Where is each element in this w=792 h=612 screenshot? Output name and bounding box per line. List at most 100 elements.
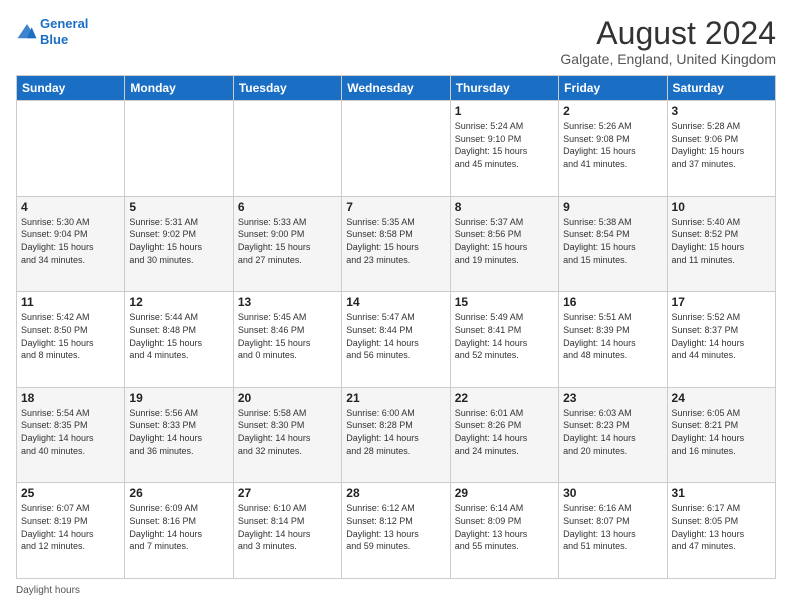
day-info: Sunrise: 5:30 AM Sunset: 9:04 PM Dayligh… — [21, 216, 120, 266]
header-tuesday: Tuesday — [233, 76, 341, 101]
day-number: 19 — [129, 391, 228, 405]
day-number: 23 — [563, 391, 662, 405]
weekday-header-row: Sunday Monday Tuesday Wednesday Thursday… — [17, 76, 776, 101]
header-saturday: Saturday — [667, 76, 775, 101]
table-row: 13 Sunrise: 5:45 AM Sunset: 8:46 PM Dayli… — [233, 292, 341, 388]
day-number: 24 — [672, 391, 771, 405]
logo: General Blue — [16, 16, 88, 47]
day-number: 13 — [238, 295, 337, 309]
header-wednesday: Wednesday — [342, 76, 450, 101]
day-info: Sunrise: 6:10 AM Sunset: 8:14 PM Dayligh… — [238, 502, 337, 552]
table-row: 3Sunrise: 5:28 AM Sunset: 9:06 PM Daylig… — [667, 101, 775, 197]
day-info: Sunrise: 6:17 AM Sunset: 8:05 PM Dayligh… — [672, 502, 771, 552]
day-number: 21 — [346, 391, 445, 405]
table-row: 1 Sunrise: 5:24 AM Sunset: 9:10 PM Daylig… — [450, 101, 558, 197]
header-friday: Friday — [559, 76, 667, 101]
table-row: 10Sunrise: 5:40 AM Sunset: 8:52 PM Dayli… — [667, 196, 775, 292]
table-row: 18Sunrise: 5:54 AM Sunset: 8:35 PM Dayli… — [17, 387, 125, 483]
day-info: Sunrise: 6:09 AM Sunset: 8:16 PM Dayligh… — [129, 502, 228, 552]
day-info: Sunrise: 5:35 AM Sunset: 8:58 PM Dayligh… — [346, 216, 445, 266]
main-title: August 2024 — [560, 16, 776, 51]
calendar-week-row: 25 Sunrise: 6:07 AM Sunset: 8:19 PM Dayli… — [17, 483, 776, 579]
day-info: Sunrise: 5:52 AM Sunset: 8:37 PM Dayligh… — [672, 311, 771, 361]
day-info: Sunrise: 6:05 AM Sunset: 8:21 PM Dayligh… — [672, 407, 771, 457]
day-number: 15 — [455, 295, 554, 309]
title-block: August 2024 Galgate, England, United Kin… — [560, 16, 776, 67]
table-row: 31Sunrise: 6:17 AM Sunset: 8:05 PM Dayli… — [667, 483, 775, 579]
day-number: 8 — [455, 200, 554, 214]
day-info: Sunrise: 5:51 AM Sunset: 8:39 PM Dayligh… — [563, 311, 662, 361]
daylight-label: Daylight hours — [16, 585, 80, 596]
day-number: 6 — [238, 200, 337, 214]
table-row: 28 Sunrise: 6:12 AM Sunset: 8:12 PM Dayli… — [342, 483, 450, 579]
table-row: 7 Sunrise: 5:35 AM Sunset: 8:58 PM Daylig… — [342, 196, 450, 292]
day-number: 10 — [672, 200, 771, 214]
page-header: General Blue August 2024 Galgate, Englan… — [16, 16, 776, 67]
calendar-week-row: 1 Sunrise: 5:24 AM Sunset: 9:10 PM Daylig… — [17, 101, 776, 197]
table-row: 2 Sunrise: 5:26 AM Sunset: 9:08 PM Daylig… — [559, 101, 667, 197]
day-number: 1 — [455, 104, 554, 118]
day-number: 17 — [672, 295, 771, 309]
day-info: Sunrise: 5:58 AM Sunset: 8:30 PM Dayligh… — [238, 407, 337, 457]
table-row: 8 Sunrise: 5:37 AM Sunset: 8:56 PM Daylig… — [450, 196, 558, 292]
table-row: 6 Sunrise: 5:33 AM Sunset: 9:00 PM Daylig… — [233, 196, 341, 292]
table-row: 22 Sunrise: 6:01 AM Sunset: 8:26 PM Dayli… — [450, 387, 558, 483]
day-info: Sunrise: 5:38 AM Sunset: 8:54 PM Dayligh… — [563, 216, 662, 266]
table-row — [233, 101, 341, 197]
table-row: 25 Sunrise: 6:07 AM Sunset: 8:19 PM Dayli… — [17, 483, 125, 579]
day-info: Sunrise: 5:42 AM Sunset: 8:50 PM Dayligh… — [21, 311, 120, 361]
day-info: Sunrise: 6:14 AM Sunset: 8:09 PM Dayligh… — [455, 502, 554, 552]
table-row: 26Sunrise: 6:09 AM Sunset: 8:16 PM Dayli… — [125, 483, 233, 579]
day-number: 30 — [563, 486, 662, 500]
day-info: Sunrise: 6:00 AM Sunset: 8:28 PM Dayligh… — [346, 407, 445, 457]
day-info: Sunrise: 5:37 AM Sunset: 8:56 PM Dayligh… — [455, 216, 554, 266]
calendar-week-row: 11Sunrise: 5:42 AM Sunset: 8:50 PM Dayli… — [17, 292, 776, 388]
calendar-week-row: 18Sunrise: 5:54 AM Sunset: 8:35 PM Dayli… — [17, 387, 776, 483]
day-info: Sunrise: 6:01 AM Sunset: 8:26 PM Dayligh… — [455, 407, 554, 457]
table-row: 30 Sunrise: 6:16 AM Sunset: 8:07 PM Dayli… — [559, 483, 667, 579]
table-row: 5Sunrise: 5:31 AM Sunset: 9:02 PM Daylig… — [125, 196, 233, 292]
logo-text: General Blue — [40, 16, 88, 47]
day-info: Sunrise: 6:16 AM Sunset: 8:07 PM Dayligh… — [563, 502, 662, 552]
calendar-page: General Blue August 2024 Galgate, Englan… — [0, 0, 792, 612]
table-row: 4 Sunrise: 5:30 AM Sunset: 9:04 PM Daylig… — [17, 196, 125, 292]
table-row: 9 Sunrise: 5:38 AM Sunset: 8:54 PM Daylig… — [559, 196, 667, 292]
day-number: 4 — [21, 200, 120, 214]
day-info: Sunrise: 5:45 AM Sunset: 8:46 PM Dayligh… — [238, 311, 337, 361]
table-row: 17 Sunrise: 5:52 AM Sunset: 8:37 PM Dayli… — [667, 292, 775, 388]
day-number: 29 — [455, 486, 554, 500]
footer: Daylight hours — [16, 585, 776, 596]
day-number: 7 — [346, 200, 445, 214]
table-row: 12 Sunrise: 5:44 AM Sunset: 8:48 PM Dayli… — [125, 292, 233, 388]
table-row — [17, 101, 125, 197]
header-sunday: Sunday — [17, 76, 125, 101]
table-row: 24 Sunrise: 6:05 AM Sunset: 8:21 PM Dayli… — [667, 387, 775, 483]
table-row: 27Sunrise: 6:10 AM Sunset: 8:14 PM Dayli… — [233, 483, 341, 579]
day-number: 12 — [129, 295, 228, 309]
day-info: Sunrise: 6:07 AM Sunset: 8:19 PM Dayligh… — [21, 502, 120, 552]
table-row: 16Sunrise: 5:51 AM Sunset: 8:39 PM Dayli… — [559, 292, 667, 388]
calendar-table: Sunday Monday Tuesday Wednesday Thursday… — [16, 75, 776, 579]
day-number: 22 — [455, 391, 554, 405]
day-number: 28 — [346, 486, 445, 500]
day-info: Sunrise: 5:47 AM Sunset: 8:44 PM Dayligh… — [346, 311, 445, 361]
table-row: 21 Sunrise: 6:00 AM Sunset: 8:28 PM Dayli… — [342, 387, 450, 483]
day-info: Sunrise: 5:33 AM Sunset: 9:00 PM Dayligh… — [238, 216, 337, 266]
day-number: 9 — [563, 200, 662, 214]
day-info: Sunrise: 5:56 AM Sunset: 8:33 PM Dayligh… — [129, 407, 228, 457]
day-number: 2 — [563, 104, 662, 118]
day-info: Sunrise: 5:26 AM Sunset: 9:08 PM Dayligh… — [563, 120, 662, 170]
day-info: Sunrise: 6:12 AM Sunset: 8:12 PM Dayligh… — [346, 502, 445, 552]
day-number: 20 — [238, 391, 337, 405]
day-info: Sunrise: 5:24 AM Sunset: 9:10 PM Dayligh… — [455, 120, 554, 170]
subtitle: Galgate, England, United Kingdom — [560, 51, 776, 67]
day-info: Sunrise: 5:54 AM Sunset: 8:35 PM Dayligh… — [21, 407, 120, 457]
day-info: Sunrise: 5:44 AM Sunset: 8:48 PM Dayligh… — [129, 311, 228, 361]
day-number: 25 — [21, 486, 120, 500]
day-number: 5 — [129, 200, 228, 214]
logo-icon — [16, 21, 38, 43]
table-row: 15Sunrise: 5:49 AM Sunset: 8:41 PM Dayli… — [450, 292, 558, 388]
table-row: 14 Sunrise: 5:47 AM Sunset: 8:44 PM Dayli… — [342, 292, 450, 388]
table-row: 11Sunrise: 5:42 AM Sunset: 8:50 PM Dayli… — [17, 292, 125, 388]
day-number: 14 — [346, 295, 445, 309]
